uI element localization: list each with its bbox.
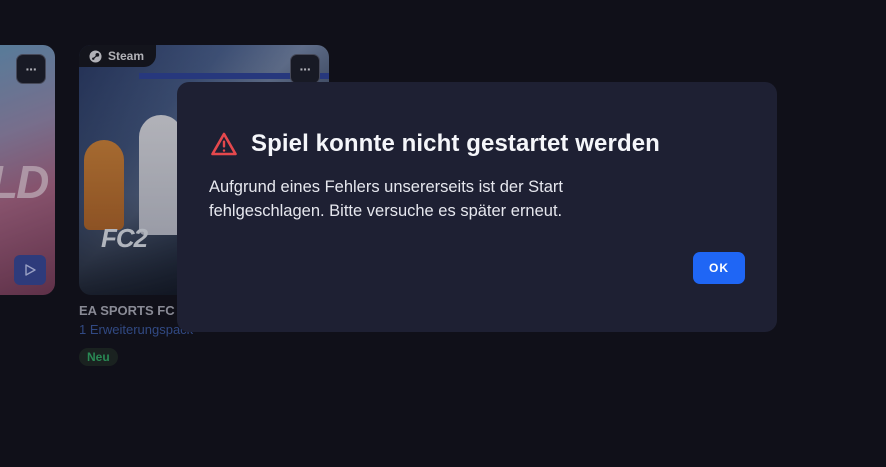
error-dialog: Spiel konnte nicht gestartet werden Aufg… [177,82,777,332]
dialog-title: Spiel konnte nicht gestartet werden [251,130,660,157]
ok-button[interactable]: OK [693,252,745,284]
warning-triangle-icon [211,132,237,156]
dialog-header: Spiel konnte nicht gestartet werden [211,130,660,158]
dialog-message: Aufgrund eines Fehlers unsererseits ist … [209,178,564,220]
